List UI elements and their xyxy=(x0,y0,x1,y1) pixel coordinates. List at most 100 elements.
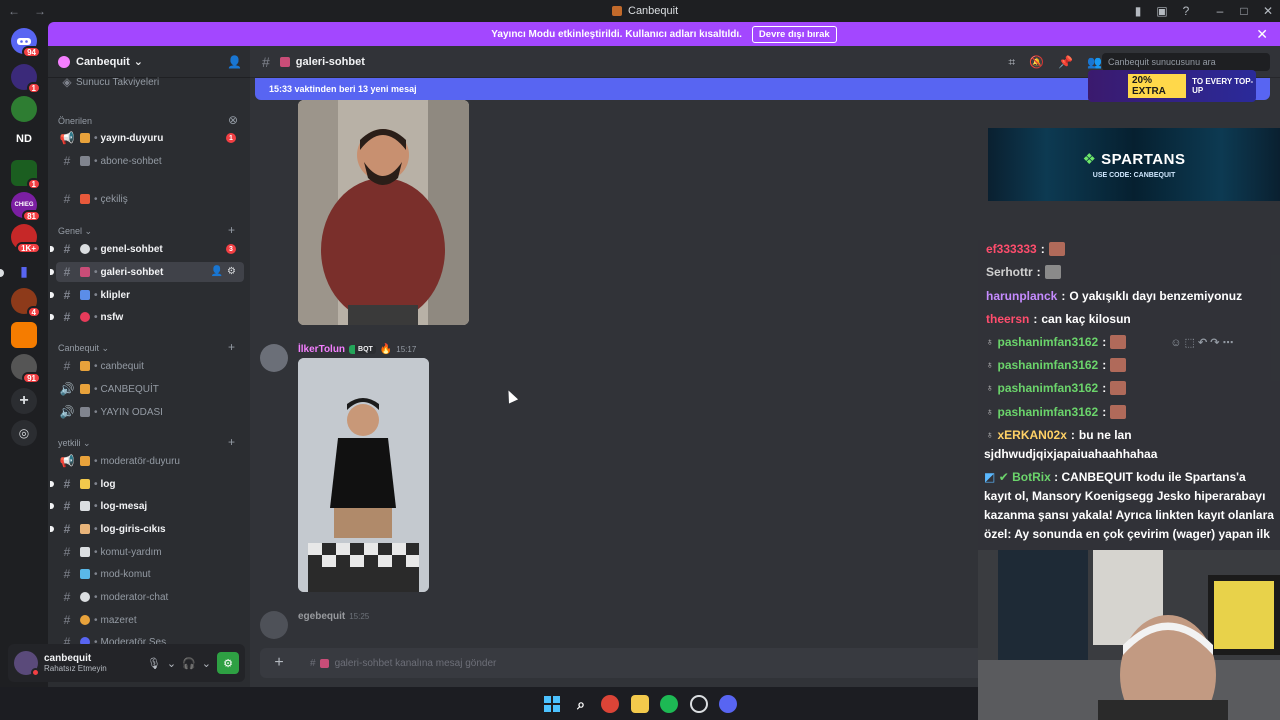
avatar[interactable] xyxy=(260,611,288,639)
explore-icon[interactable]: ◎ xyxy=(11,420,37,446)
minimize-icon[interactable]: – xyxy=(1208,4,1232,18)
pin-icon[interactable]: 📌 xyxy=(1058,55,1073,70)
channel-log-giris-cikis[interactable]: # • log-giris-cıkıs xyxy=(50,519,244,539)
user-panel: canbequit Rahatsız Etmeyin 🎙 ⌄ 🎧 ⌄ ⚙ xyxy=(8,644,245,682)
chat-message: ♁ pashanimfan3162: xyxy=(986,381,1127,395)
title-bar: ← → Canbequit ▮ ▣ ? – □ ✕ xyxy=(0,0,1280,22)
guild-icon[interactable]: 1 xyxy=(11,64,41,94)
channel-klipler[interactable]: # • klipler xyxy=(50,285,244,305)
add-server-icon[interactable]: + xyxy=(11,388,37,414)
add-channel-icon[interactable]: + xyxy=(228,435,235,449)
emote-icon xyxy=(1048,242,1065,256)
channel-cekilis[interactable]: # • çekiliş xyxy=(56,189,244,209)
user-settings-gear-icon[interactable]: ⚙ xyxy=(217,652,239,674)
back-arrow-icon[interactable]: ← xyxy=(8,4,20,18)
channel-nsfw[interactable]: # • nsfw xyxy=(50,307,244,327)
channel-moderator-duyuru[interactable]: 📢 • moderatör-duyuru xyxy=(56,451,244,471)
channel-galeri-sohbet[interactable]: # • galeri-sohbet 👤 ⚙ xyxy=(50,262,244,282)
windows-start-icon[interactable] xyxy=(543,695,561,713)
maximize-icon[interactable]: □ xyxy=(1232,4,1256,18)
members-icon[interactable]: 👥 xyxy=(1087,55,1102,70)
message-input[interactable]: galeri-sohbet kanalına mesaj gönder xyxy=(335,658,497,669)
category-canbequit[interactable]: Canbequit ⌄ + xyxy=(58,340,235,354)
chrome-icon[interactable] xyxy=(601,695,619,713)
emote-icon xyxy=(1110,405,1127,419)
hash-icon: # xyxy=(63,242,71,256)
image-attachment[interactable] xyxy=(298,358,429,592)
discord-icon[interactable] xyxy=(719,695,737,713)
add-attachment-icon[interactable]: + xyxy=(266,654,292,672)
message-author[interactable]: egebequit xyxy=(298,611,345,622)
settings-gear-icon[interactable]: ⚙ xyxy=(227,266,236,277)
folder-icon[interactable]: ▮ xyxy=(11,258,37,284)
channel-emoji xyxy=(80,156,90,166)
hash-icon: # xyxy=(262,53,270,70)
search-icon[interactable]: ⌕ xyxy=(572,695,590,713)
search-input[interactable]: Canbequit sunucusunu ara xyxy=(1102,53,1270,71)
guild-icon[interactable]: 1K+ xyxy=(11,224,41,254)
bookmark-icon[interactable]: ▮ xyxy=(1126,4,1150,18)
avatar[interactable] xyxy=(260,344,288,372)
channel-moderator-chat[interactable]: # • moderator-chat xyxy=(56,587,244,607)
channel-komut-yardim[interactable]: # • komut-yardım xyxy=(56,542,244,562)
channel-log-mesaj[interactable]: # • log-mesaj xyxy=(50,496,244,516)
guild-icon[interactable]: 1 xyxy=(11,160,41,190)
hash-icon: # xyxy=(63,359,71,373)
channel-canbequit[interactable]: # • canbequit xyxy=(56,356,244,376)
add-channel-icon[interactable]: + xyxy=(228,340,235,354)
close-icon[interactable]: ✕ xyxy=(1256,4,1280,18)
channel-emoji xyxy=(80,592,90,602)
channel-log[interactable]: # • log xyxy=(50,474,244,494)
guild-home-icon[interactable]: 94 xyxy=(11,28,41,58)
guild-icon[interactable]: 91 xyxy=(11,354,41,384)
obs-icon[interactable] xyxy=(690,695,708,713)
channel-yayin-duyuru[interactable]: 📢 • yayın-duyuru 1 xyxy=(56,128,244,148)
avatar[interactable] xyxy=(14,651,40,677)
server-tag-badge[interactable]: BQT xyxy=(349,345,376,354)
chevron-down-icon[interactable]: ⌄ xyxy=(167,657,176,670)
close-notice-icon[interactable]: ✕ xyxy=(1256,26,1268,43)
channel-abone-sohbet[interactable]: # • abone-sohbet xyxy=(56,151,244,171)
message-header: İlkerTolun BQT 🔥 15:17 xyxy=(298,344,416,355)
category-onerilen[interactable]: Önerilen ⊗ xyxy=(58,113,238,127)
hash-icon: # xyxy=(63,265,71,279)
disable-streamer-mode-button[interactable]: Devre dışı bırak xyxy=(751,25,837,43)
microphone-icon[interactable]: 🎙 xyxy=(147,657,161,670)
channel-emoji xyxy=(80,407,90,417)
invite-icon[interactable]: 👤 xyxy=(211,266,223,277)
close-category-icon[interactable]: ⊗ xyxy=(228,113,238,127)
channel-emoji xyxy=(80,615,90,625)
chevron-down-icon[interactable]: ⌄ xyxy=(202,657,211,670)
guild-icon[interactable] xyxy=(11,322,37,348)
category-genel[interactable]: Genel ⌄ + xyxy=(58,223,235,237)
category-yetkili[interactable]: yetkili ⌄ + xyxy=(58,435,235,449)
channel-genel-sohbet[interactable]: # • genel-sohbet 3 xyxy=(50,239,244,259)
server-boosts-item[interactable]: ◈ Sunucu Takviyeleri xyxy=(56,72,244,92)
help-icon[interactable]: ? xyxy=(1174,4,1198,18)
invite-user-icon[interactable]: 👤 xyxy=(227,55,242,69)
server-icon xyxy=(612,6,622,16)
forward-arrow-icon[interactable]: → xyxy=(34,4,46,18)
guild-icon[interactable]: 4 xyxy=(11,288,41,318)
file-explorer-icon[interactable] xyxy=(631,695,649,713)
guild-icon[interactable] xyxy=(11,96,37,122)
add-channel-icon[interactable]: + xyxy=(228,223,235,237)
headphones-icon[interactable]: 🎧 xyxy=(182,657,196,670)
voice-channel-yayin-odasi[interactable]: 🔊 • YAYIN ODASI xyxy=(56,402,244,422)
guild-icon[interactable]: ND xyxy=(11,126,37,152)
message-author[interactable]: İlkerTolun xyxy=(298,344,345,355)
user-status: Rahatsız Etmeyin xyxy=(44,664,107,673)
voice-channel-canbequit[interactable]: 🔊 • CANBEQUİT xyxy=(56,379,244,399)
threads-icon[interactable]: ⌗ xyxy=(1008,55,1015,70)
guild-badge: 94 xyxy=(22,46,41,58)
image-attachment[interactable] xyxy=(298,100,469,325)
spotify-icon[interactable] xyxy=(660,695,678,713)
nav-arrows: ← → xyxy=(8,4,46,18)
channel-mod-komut[interactable]: # • mod-komut xyxy=(56,564,244,584)
mute-bell-icon[interactable]: 🔕 xyxy=(1029,55,1044,70)
guild-icon[interactable]: CHIEG 81 xyxy=(11,192,41,222)
message-actions[interactable]: ☺ ⬚ ↶ ↷ ⋯ xyxy=(1170,336,1233,349)
speaker-icon: 🔊 xyxy=(59,382,75,396)
channel-mazeret[interactable]: # • mazeret xyxy=(56,610,244,630)
inbox-icon[interactable]: ▣ xyxy=(1150,4,1174,18)
